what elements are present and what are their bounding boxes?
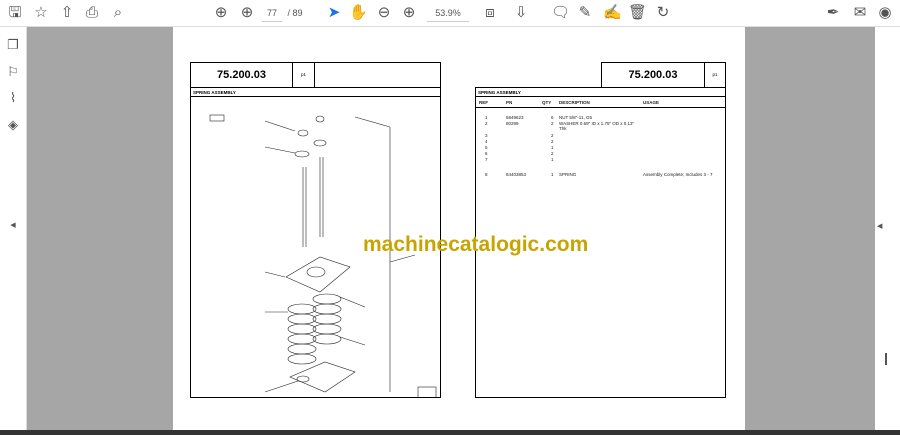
bottom-bar (0, 430, 900, 435)
page-label: p1 (292, 62, 315, 88)
zoom-out-icon[interactable]: ⊖ (375, 4, 393, 22)
sign-icon[interactable]: ✍ (603, 4, 622, 22)
zoom-select[interactable]: 53.9% (427, 4, 469, 22)
scrollbar-thumb[interactable] (885, 353, 887, 365)
parts-table-header: REF PN QTY DESCRIPTION USAGE (475, 96, 726, 108)
zoom-in-icon[interactable]: ⊕ (400, 4, 418, 22)
reference-icon (417, 386, 437, 397)
page-label: p1 (704, 62, 726, 88)
description-cell: WASHER 0.69" ID x 1.75" OD x 0.13" Thk (559, 121, 635, 131)
upload-icon[interactable]: ⇧ (58, 4, 76, 22)
usage-cell: Assembly Complete; Includes 3 - 7 (643, 172, 713, 177)
fill-sign-icon[interactable]: ✒ (824, 4, 842, 22)
save-icon[interactable]: 🖫 (6, 4, 24, 22)
description-cell: NUT 5/8"-11, G5 (559, 115, 592, 120)
bookmarks-icon[interactable]: ⚐ (5, 64, 21, 80)
qty-cell: 1 (551, 145, 554, 150)
col-pn: PN (506, 100, 513, 105)
comment-icon[interactable]: 🗨 (551, 4, 570, 22)
toolbar: 🖫 ☆ ⇧ ⎙ ⌕ ⊕ ⊕ 77 / 89 ➤ ✋ ⊖ ⊕ 53.9% ⧈ ⇩ … (0, 0, 900, 27)
qty-cell: 2 (551, 151, 554, 156)
highlight-pen-icon[interactable]: ✎ (576, 4, 594, 22)
col-qty: QTY (542, 100, 552, 105)
ref-cell: 8 (485, 172, 488, 177)
col-description: DESCRIPTION (559, 100, 590, 105)
pages-icon[interactable]: ❐ (5, 37, 21, 53)
layers-icon[interactable]: ◈ (5, 117, 21, 133)
ref-cell: 7 (485, 157, 488, 162)
qty-cell: 6 (551, 115, 554, 120)
left-sidebar: ❐ ⚐ ⌇ ◈ ◀ (0, 27, 27, 435)
spring-coils (287, 293, 342, 365)
page-total: / 89 (287, 8, 303, 18)
bookmark-star-icon[interactable]: ☆ (32, 4, 50, 22)
delete-icon[interactable]: 🗑 (628, 4, 647, 22)
pn-cell: 84403853 (506, 172, 527, 177)
ref-cell: 5 (485, 145, 488, 150)
rotate-icon[interactable]: ↻ (654, 4, 672, 22)
pn-cell: 80299 (506, 121, 519, 126)
ref-cell: 1 (485, 115, 488, 120)
pn-cell: 5849623 (506, 115, 524, 120)
expand-right-icon[interactable]: ◀ (877, 222, 882, 230)
ref-cell: 3 (485, 133, 488, 138)
page-number-input[interactable]: 77 (262, 4, 282, 22)
left-page: 75.200.03 p1 SPRING ASSEMBLY (173, 27, 458, 430)
print-icon[interactable]: ⎙ (83, 4, 101, 22)
zoom-search-icon[interactable]: ⌕ (109, 4, 127, 22)
qty-cell: 2 (551, 139, 554, 144)
next-page-icon[interactable]: ⊕ (238, 4, 256, 22)
document-viewer: 75.200.03 p1 SPRING ASSEMBLY 75.200.03 p… (27, 27, 875, 430)
description-cell: SPRING (559, 172, 577, 177)
select-cursor-icon[interactable]: ➤ (325, 4, 343, 22)
email-icon[interactable]: ✉ (851, 4, 869, 22)
attachments-icon[interactable]: ⌇ (5, 90, 21, 106)
col-ref: REF (479, 100, 488, 105)
page-number: 75.200.03 (601, 62, 705, 88)
section-title: SPRING ASSEMBLY (190, 87, 441, 97)
page-number: 75.200.03 (190, 62, 293, 88)
ref-cell: 4 (485, 139, 488, 144)
hand-icon[interactable]: ✋ (349, 4, 368, 22)
orientation-icon (209, 114, 225, 122)
right-page: 75.200.03 p1 SPRING ASSEMBLY REF PN QTY … (458, 27, 745, 430)
fit-page-icon[interactable]: ⧈ (481, 4, 499, 22)
prev-page-icon[interactable]: ⊕ (212, 4, 230, 22)
qty-cell: 2 (551, 121, 554, 126)
qty-cell: 1 (551, 172, 554, 177)
qty-cell: 2 (551, 133, 554, 138)
qty-cell: 1 (551, 157, 554, 162)
col-usage: USAGE (643, 100, 660, 105)
watermark: machinecatalogic.com (363, 233, 589, 256)
ref-cell: 2 (485, 121, 488, 126)
scroll-mode-icon[interactable]: ⇩ (512, 4, 530, 22)
account-icon[interactable]: ◉ (876, 4, 894, 22)
ref-cell: 6 (485, 151, 488, 156)
collapse-left-icon[interactable]: ◀ (5, 221, 21, 237)
right-panel: ◀ (875, 27, 900, 430)
